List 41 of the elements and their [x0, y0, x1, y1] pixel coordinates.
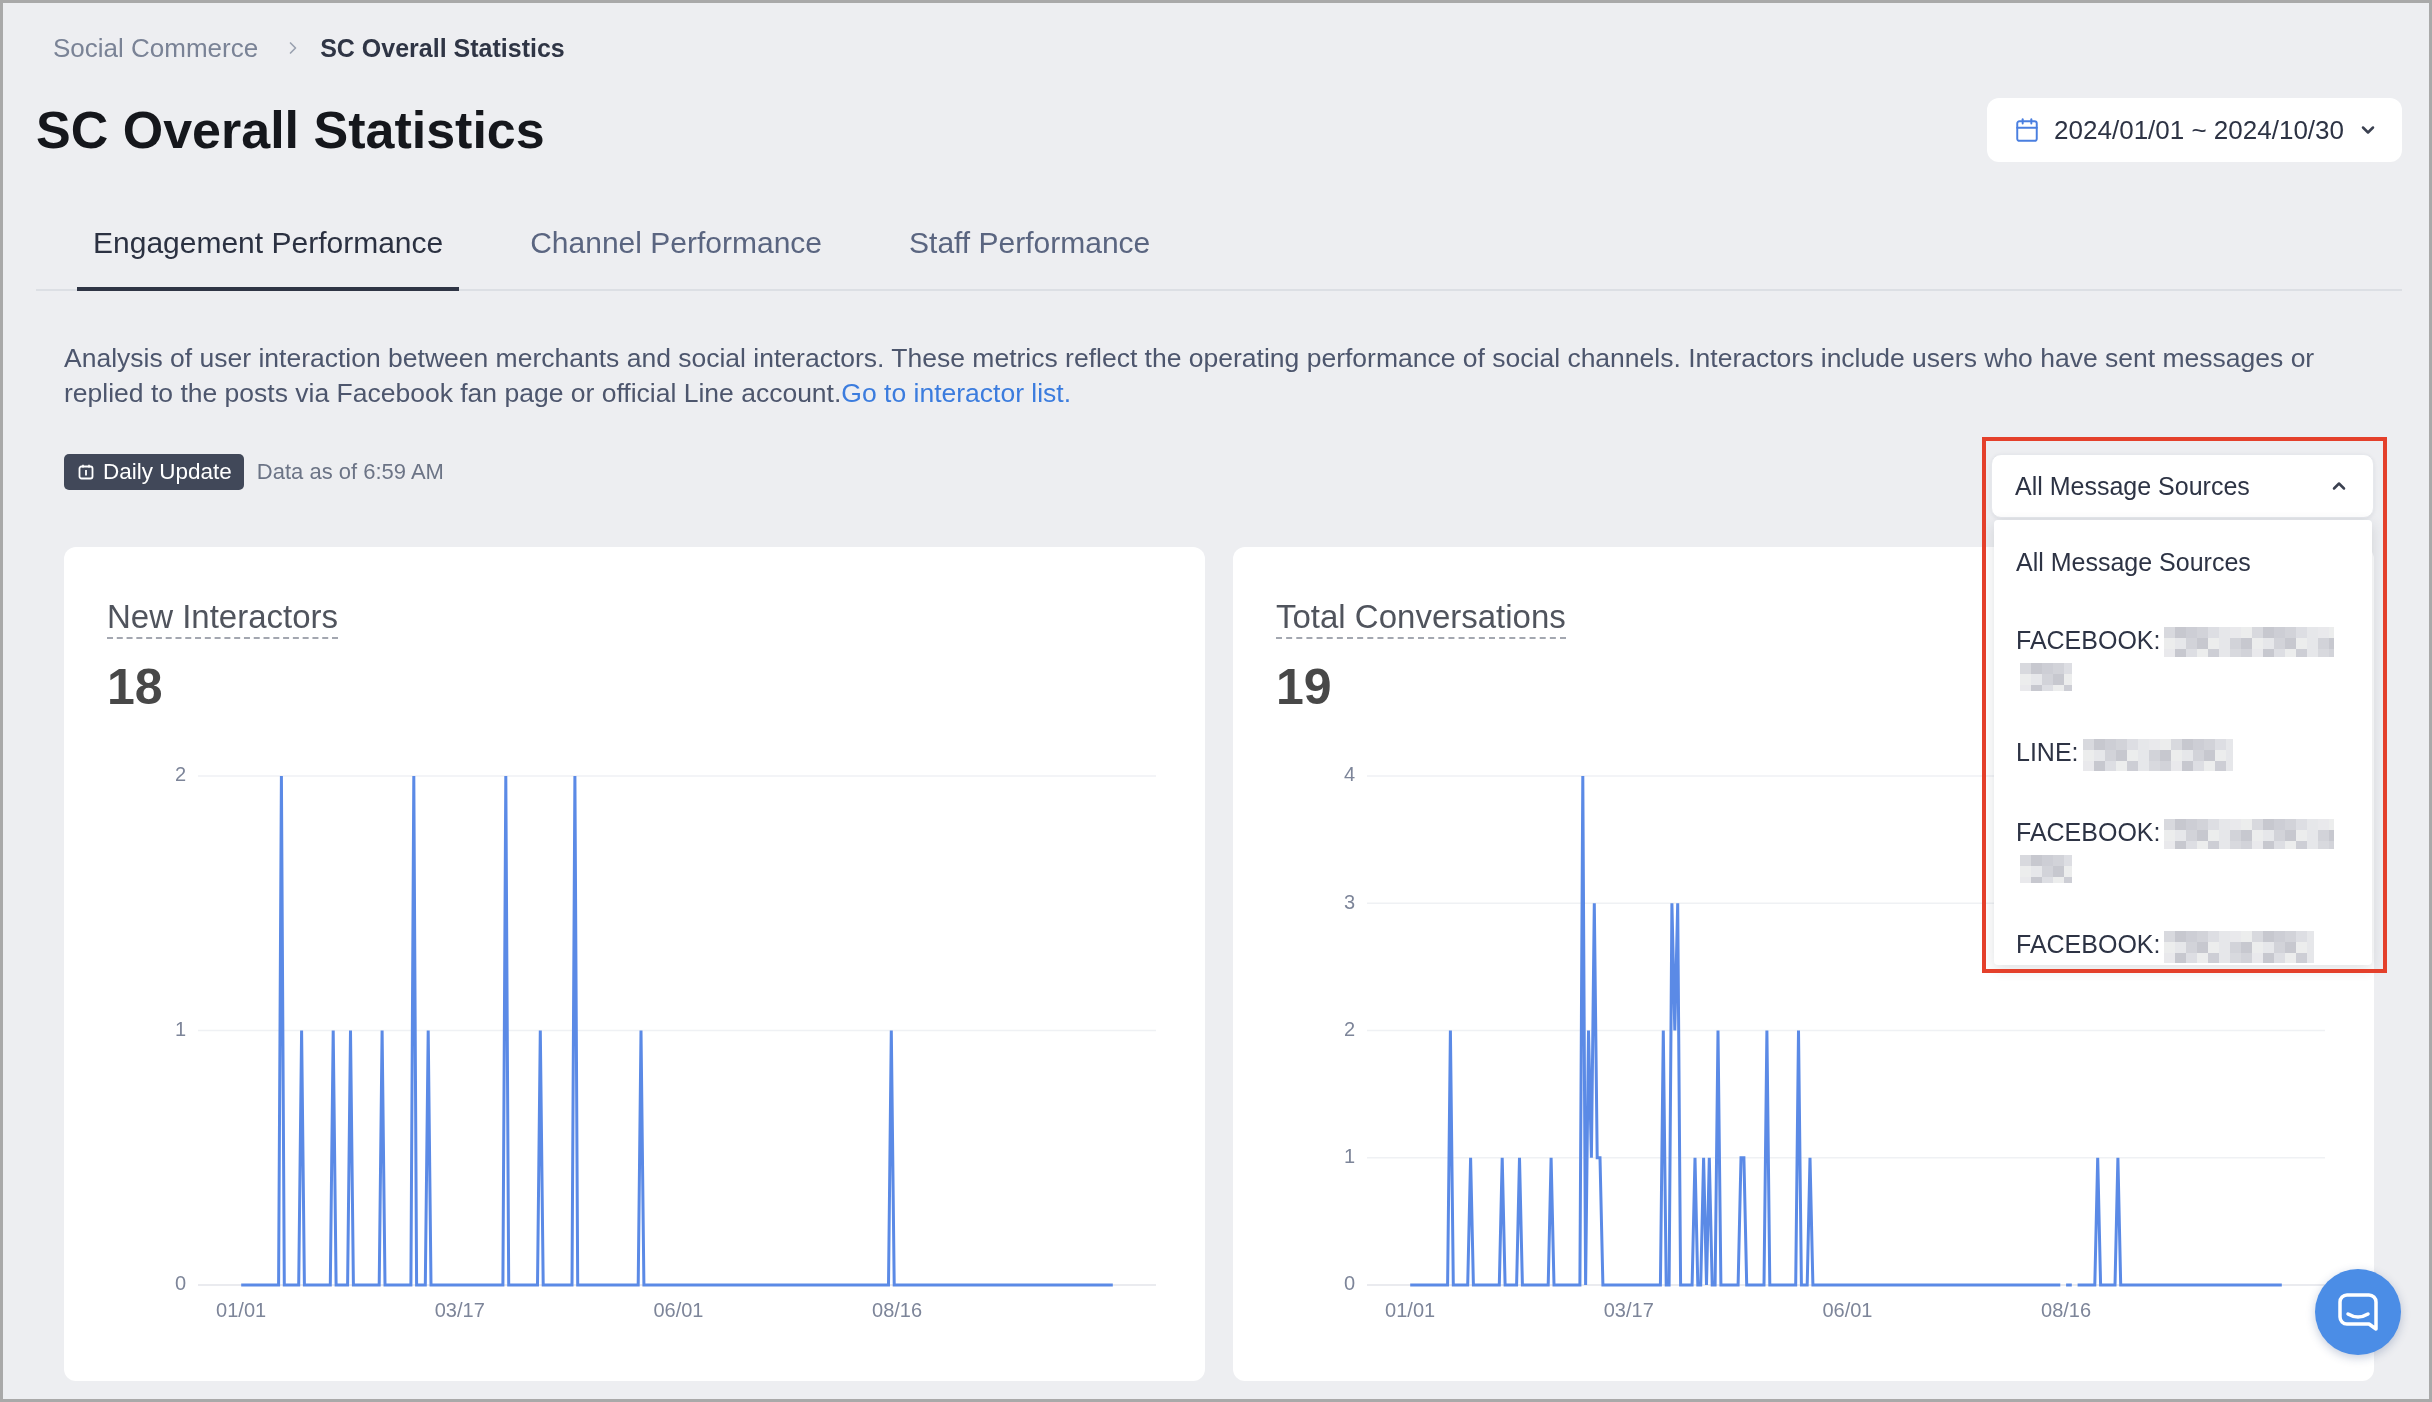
daily-update-badge: Daily Update: [64, 454, 244, 490]
pixelated-block: [2020, 854, 2072, 883]
date-range-picker[interactable]: 2024/01/01 ~ 2024/10/30: [1987, 98, 2402, 162]
tab[interactable]: Engagement Performance: [77, 203, 460, 291]
y-axis-label: 1: [1343, 1145, 1355, 1168]
metric-value: 19: [1276, 659, 1332, 715]
page-title: SC Overall Statistics: [36, 100, 545, 161]
calendar-icon: [2014, 117, 2041, 143]
metric-value: 18: [107, 659, 163, 715]
y-axis-label: 0: [1343, 1272, 1355, 1295]
y-axis-label: 0: [174, 1272, 186, 1295]
calendar-icon: [78, 464, 94, 480]
x-axis-label: 08/16: [872, 1299, 923, 1322]
chat-icon: [2338, 1293, 2378, 1331]
x-axis-label: 08/16: [2041, 1299, 2092, 1322]
y-axis-label: 2: [174, 763, 186, 786]
x-axis-label: 06/01: [653, 1299, 704, 1322]
message-source-select[interactable]: All Message Sources: [1991, 454, 2374, 518]
x-axis-label: 03/17: [1603, 1299, 1654, 1322]
breadcrumb-current: SC Overall Statistics: [320, 33, 565, 64]
menu-option[interactable]: FACEBOOK:: [1994, 601, 2372, 714]
data-timestamp: Data as of 6:59 AM: [256, 459, 444, 485]
menu-option[interactable]: LINE:: [1994, 713, 2372, 793]
tab[interactable]: Channel Performance: [514, 203, 839, 291]
description-text: Analysis of user interaction between merchants and social interactors. These metrics reflect the operating performance of social channels. Interactors include users who have sent messages or replied to the posts via Facebook fan page or official Line account.Go to interactor list.: [64, 342, 2316, 410]
interactor-list-link[interactable]: Go to interactor list.: [841, 378, 1072, 408]
tab[interactable]: Staff Performance: [893, 203, 1167, 291]
y-axis-label: 4: [1343, 763, 1355, 786]
metric-title: New Interactors: [107, 597, 339, 639]
metric-title: Total Conversations: [1276, 597, 1566, 639]
x-axis-label: 01/01: [1385, 1299, 1436, 1322]
menu-option[interactable]: FACEBOOK:: [1994, 792, 2372, 906]
y-axis-label: 2: [1343, 1017, 1355, 1040]
x-axis-label: 03/17: [434, 1299, 485, 1322]
y-axis-label: 1: [174, 1017, 186, 1040]
pixelated-block: [2020, 662, 2072, 691]
menu-option[interactable]: FACEBOOK:: [1994, 905, 2372, 965]
y-axis-label: 3: [1343, 890, 1355, 913]
x-axis-label: 01/01: [216, 1299, 267, 1322]
menu-option[interactable]: All Message Sources: [1994, 523, 2372, 601]
x-axis-label: 06/01: [1822, 1299, 1873, 1322]
